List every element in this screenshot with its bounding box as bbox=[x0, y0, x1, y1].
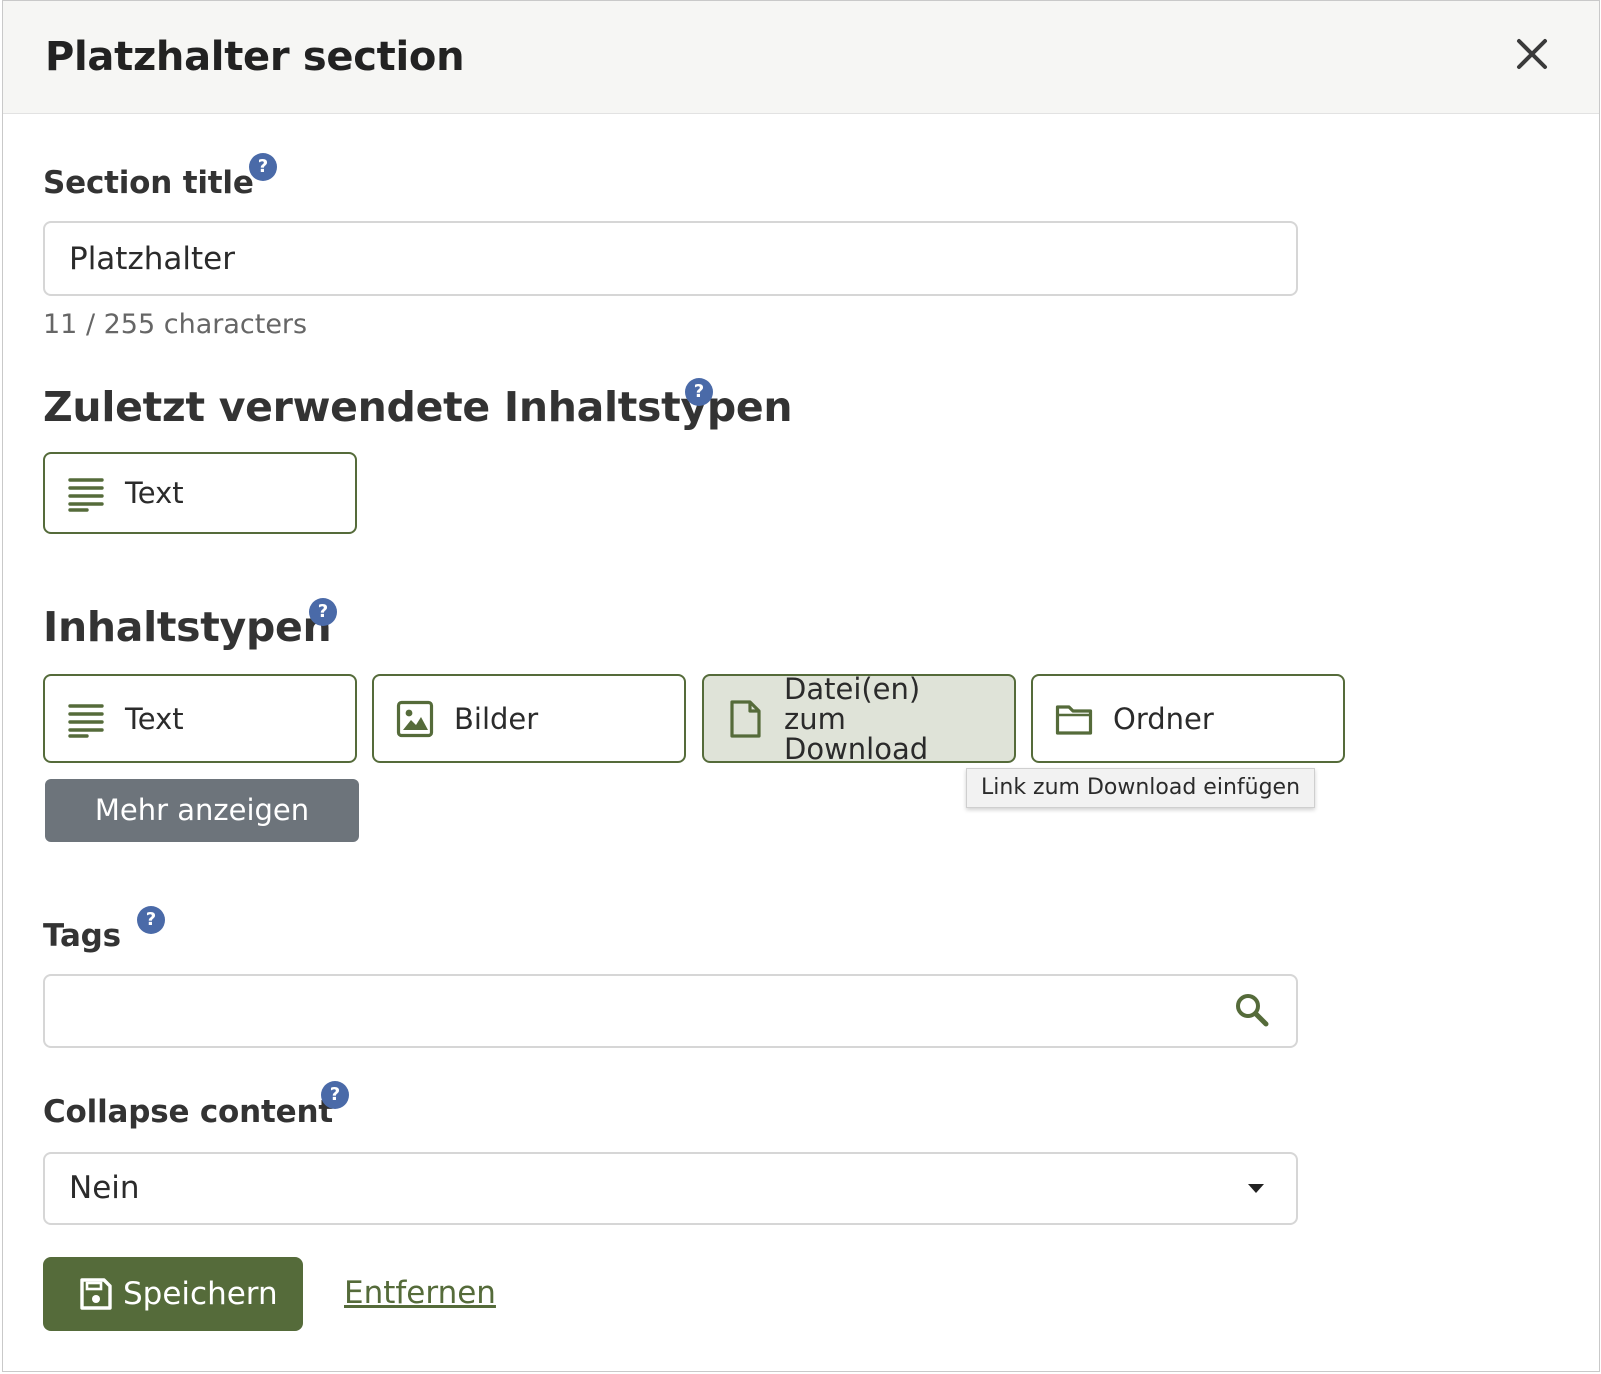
content-types-heading: Inhaltstypen bbox=[43, 603, 332, 651]
tags-label: Tags bbox=[43, 918, 121, 954]
save-button[interactable]: Speichern bbox=[43, 1257, 303, 1331]
image-icon bbox=[396, 700, 434, 738]
tooltip: Link zum Download einfügen bbox=[966, 768, 1316, 808]
help-icon[interactable]: ? bbox=[137, 906, 165, 934]
type-label: Text bbox=[125, 476, 184, 510]
char-count: 11 / 255 characters bbox=[43, 309, 308, 340]
content-type-images-button[interactable]: Bilder bbox=[372, 674, 686, 763]
collapse-label: Collapse content bbox=[43, 1094, 333, 1130]
search-icon[interactable] bbox=[1234, 992, 1270, 1028]
content-type-text-button[interactable]: Text bbox=[43, 674, 357, 763]
save-label: Speichern bbox=[123, 1276, 278, 1312]
text-lines-icon bbox=[67, 474, 105, 512]
save-icon bbox=[79, 1277, 113, 1311]
type-label: Ordner bbox=[1113, 701, 1214, 736]
help-icon[interactable]: ? bbox=[309, 598, 337, 626]
dialog-header: Platzhalter section bbox=[3, 1, 1599, 114]
close-icon[interactable] bbox=[1515, 37, 1549, 71]
section-title-label: Section title bbox=[43, 165, 254, 201]
content-type-folder-button[interactable]: Ordner bbox=[1031, 674, 1345, 763]
file-icon bbox=[726, 699, 764, 738]
text-lines-icon bbox=[67, 700, 105, 738]
caret-down-icon bbox=[1248, 1184, 1264, 1193]
type-label: Text bbox=[125, 701, 184, 736]
tags-input[interactable] bbox=[43, 974, 1298, 1048]
show-more-button[interactable]: Mehr anzeigen bbox=[45, 779, 359, 842]
folder-icon bbox=[1055, 700, 1093, 738]
remove-link[interactable]: Entfernen bbox=[344, 1273, 496, 1313]
collapse-select[interactable]: Nein bbox=[43, 1152, 1298, 1225]
dialog-title: Platzhalter section bbox=[45, 34, 465, 80]
recent-types-heading: Zuletzt verwendete Inhaltstypen bbox=[43, 383, 793, 431]
help-icon[interactable]: ? bbox=[685, 378, 713, 406]
section-dialog: Platzhalter section Section title ? 11 /… bbox=[2, 0, 1600, 1372]
help-icon[interactable]: ? bbox=[321, 1081, 349, 1109]
content-type-download-button[interactable]: Datei(en) zum Download bbox=[702, 671, 1016, 766]
recent-type-text-button[interactable]: Text bbox=[43, 452, 357, 534]
section-title-input[interactable] bbox=[43, 221, 1298, 296]
help-icon[interactable]: ? bbox=[249, 153, 277, 181]
collapse-selected-value: Nein bbox=[69, 1170, 140, 1206]
tags-field bbox=[43, 974, 1298, 1048]
type-label: Bilder bbox=[454, 701, 539, 736]
type-label: Datei(en) zum Download bbox=[784, 671, 929, 766]
